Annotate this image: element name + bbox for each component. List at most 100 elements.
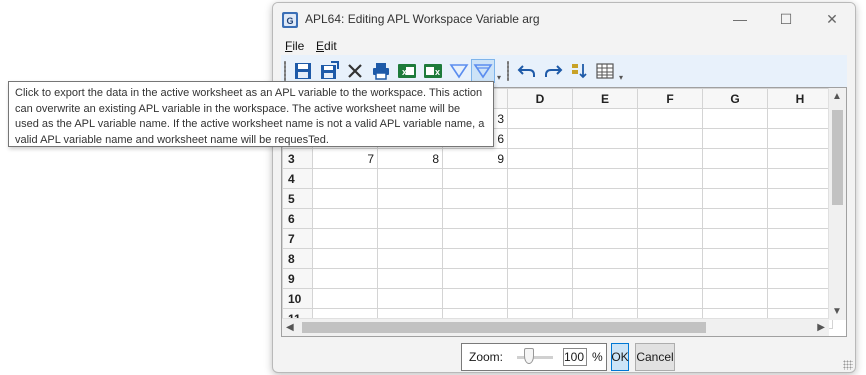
row-header[interactable]: 3 <box>282 148 313 169</box>
cell[interactable] <box>767 188 833 209</box>
horizontal-scrollbar[interactable]: ◀ ▶ <box>282 318 829 336</box>
export-to-apl-button[interactable] <box>471 59 495 83</box>
horizontal-scroll-thumb[interactable] <box>302 322 706 333</box>
zoom-input[interactable]: 100 <box>563 348 587 366</box>
cell[interactable] <box>637 288 703 309</box>
cell[interactable] <box>377 248 443 269</box>
cell[interactable] <box>767 128 833 149</box>
cell[interactable] <box>572 228 638 249</box>
column-header[interactable]: G <box>702 88 768 109</box>
cell[interactable] <box>702 168 768 189</box>
cell[interactable] <box>702 208 768 229</box>
cell[interactable] <box>767 228 833 249</box>
import-excel-button[interactable]: x <box>395 59 419 83</box>
cell[interactable] <box>442 268 508 289</box>
cell[interactable] <box>572 108 638 129</box>
toolbar-grip[interactable] <box>284 61 286 81</box>
cell[interactable] <box>442 168 508 189</box>
cell[interactable] <box>442 228 508 249</box>
cell[interactable] <box>702 148 768 169</box>
row-header[interactable]: 8 <box>282 248 313 269</box>
row-header[interactable]: 5 <box>282 188 313 209</box>
cell[interactable] <box>507 208 573 229</box>
cell[interactable] <box>377 208 443 229</box>
row-header[interactable]: 10 <box>282 288 313 309</box>
undo-button[interactable] <box>515 59 539 83</box>
cell[interactable] <box>702 128 768 149</box>
cell[interactable] <box>442 208 508 229</box>
cell[interactable] <box>507 188 573 209</box>
cell[interactable] <box>312 288 378 309</box>
zoom-slider-track[interactable] <box>517 356 553 359</box>
table-button[interactable] <box>593 59 617 83</box>
cell[interactable] <box>572 128 638 149</box>
filter-button[interactable] <box>447 59 471 83</box>
sort-button[interactable] <box>567 59 591 83</box>
row-header[interactable]: 9 <box>282 268 313 289</box>
cell[interactable] <box>767 148 833 169</box>
cell[interactable] <box>572 148 638 169</box>
cell[interactable] <box>767 288 833 309</box>
cell[interactable] <box>377 288 443 309</box>
cell[interactable] <box>702 188 768 209</box>
column-header[interactable]: E <box>572 88 638 109</box>
cell[interactable] <box>572 288 638 309</box>
scroll-down-icon[interactable]: ▼ <box>832 306 842 317</box>
vertical-scroll-thumb[interactable] <box>832 110 843 205</box>
cell[interactable] <box>767 168 833 189</box>
column-header[interactable]: F <box>637 88 703 109</box>
cell[interactable] <box>637 248 703 269</box>
toolbar-overflow-icon[interactable]: ▾ <box>497 73 501 82</box>
cell[interactable] <box>702 228 768 249</box>
cell[interactable] <box>507 128 573 149</box>
cell[interactable] <box>702 248 768 269</box>
cell[interactable] <box>507 228 573 249</box>
column-header[interactable]: D <box>507 88 573 109</box>
cell[interactable] <box>637 148 703 169</box>
row-header[interactable]: 4 <box>282 168 313 189</box>
save-button[interactable] <box>291 59 315 83</box>
cell[interactable] <box>507 268 573 289</box>
vertical-scrollbar[interactable]: ▲ ▼ <box>828 88 846 320</box>
title-bar[interactable]: G APL64: Editing APL Workspace Variable … <box>273 3 855 35</box>
cell[interactable] <box>377 268 443 289</box>
cell[interactable] <box>507 288 573 309</box>
cell[interactable] <box>767 268 833 289</box>
cell[interactable] <box>572 168 638 189</box>
toolbar-grip-2[interactable] <box>507 61 509 81</box>
scroll-right-icon[interactable]: ▶ <box>817 322 825 333</box>
cell[interactable] <box>702 108 768 129</box>
row-header[interactable]: 7 <box>282 228 313 249</box>
menu-file[interactable]: File <box>285 39 304 53</box>
cell[interactable] <box>507 148 573 169</box>
save-as-button[interactable] <box>317 59 341 83</box>
cell[interactable]: 9 <box>442 148 508 169</box>
cell[interactable]: 7 <box>312 148 378 169</box>
row-header[interactable]: 6 <box>282 208 313 229</box>
cell[interactable] <box>442 188 508 209</box>
cell[interactable] <box>507 108 573 129</box>
maximize-button[interactable]: ☐ <box>763 3 809 35</box>
column-header[interactable]: H <box>767 88 833 109</box>
cancel-button[interactable]: Cancel <box>635 343 675 371</box>
print-button[interactable] <box>369 59 393 83</box>
cell[interactable] <box>312 228 378 249</box>
ok-button[interactable]: OK <box>611 343 629 371</box>
resize-grip[interactable] <box>843 360 853 370</box>
cell[interactable] <box>572 208 638 229</box>
cell[interactable] <box>507 168 573 189</box>
cell[interactable] <box>702 268 768 289</box>
redo-button[interactable] <box>541 59 565 83</box>
cell[interactable] <box>572 188 638 209</box>
close-button[interactable]: ✕ <box>809 3 855 35</box>
cell[interactable] <box>442 248 508 269</box>
cell[interactable] <box>637 168 703 189</box>
cell[interactable] <box>572 268 638 289</box>
cell[interactable] <box>312 188 378 209</box>
minimize-button[interactable]: — <box>717 3 763 35</box>
cell[interactable] <box>702 288 768 309</box>
cell[interactable] <box>377 168 443 189</box>
cell[interactable] <box>312 268 378 289</box>
cell[interactable] <box>637 188 703 209</box>
cell[interactable] <box>377 188 443 209</box>
